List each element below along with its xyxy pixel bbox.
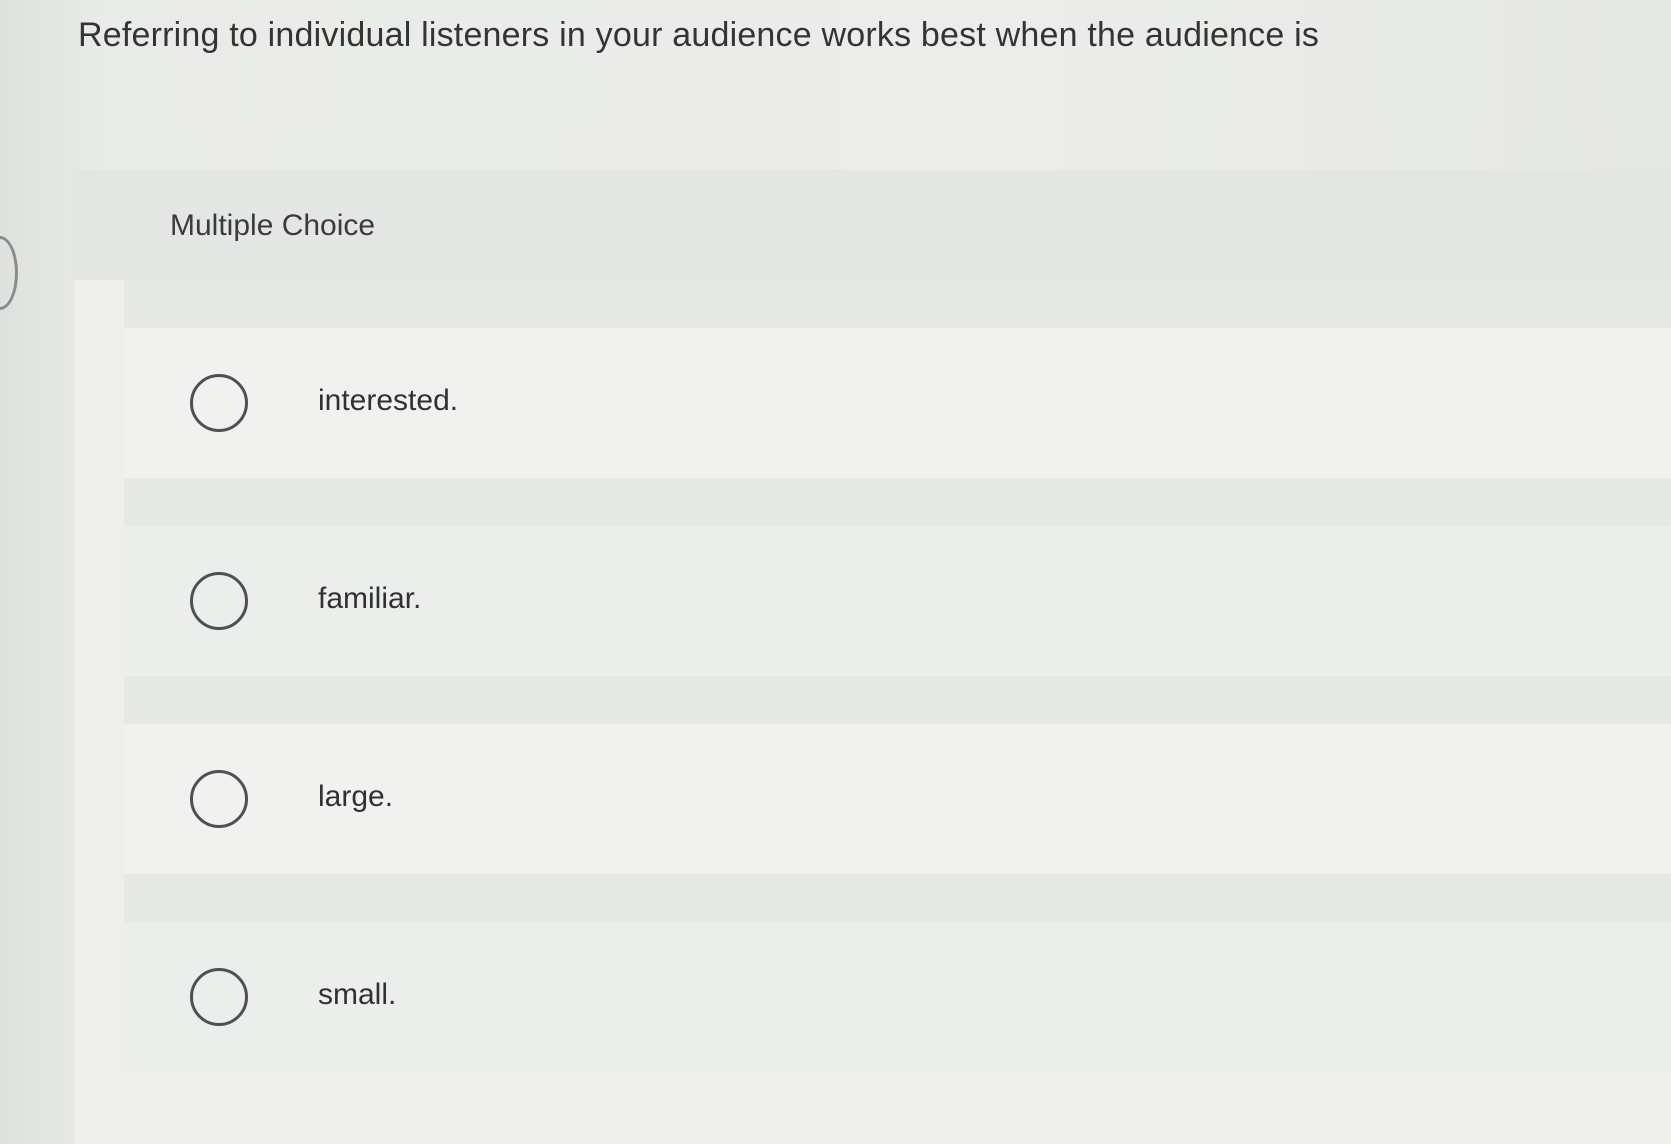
divider [124, 478, 1671, 526]
divider [124, 280, 1671, 328]
divider [124, 676, 1671, 724]
option-familiar[interactable]: familiar. [124, 526, 1671, 676]
question-text: Referring to individual listeners in you… [78, 16, 1320, 54]
radio-button[interactable] [190, 572, 248, 630]
option-large[interactable]: large. [124, 724, 1671, 874]
answer-panel: Multiple Choice interested. familiar. la… [74, 170, 1671, 1144]
radio-button[interactable] [190, 770, 248, 828]
option-interested[interactable]: interested. [124, 328, 1671, 478]
radio-button[interactable] [190, 968, 248, 1026]
option-label[interactable]: small. [318, 975, 396, 1015]
question-type-label: Multiple Choice [170, 209, 376, 242]
option-small[interactable]: small. [124, 922, 1671, 1072]
option-label[interactable]: large. [318, 777, 393, 817]
option-label[interactable]: interested. [318, 381, 458, 421]
divider [124, 874, 1671, 922]
panel-header: Multiple Choice [74, 170, 1671, 280]
option-label[interactable]: familiar. [318, 579, 421, 619]
radio-button[interactable] [190, 374, 248, 432]
